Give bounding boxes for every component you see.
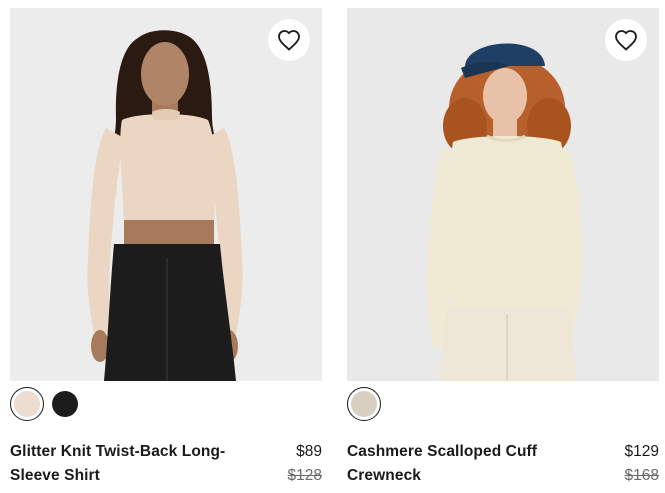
product-image[interactable]: [347, 8, 659, 381]
heart-outline-icon: [615, 30, 637, 51]
wishlist-button[interactable]: [605, 19, 647, 61]
swatch-blush[interactable]: [10, 387, 44, 421]
swatch-black[interactable]: [50, 389, 80, 419]
color-swatches: [10, 386, 80, 422]
product-grid: Glitter Knit Twist-Back Long-Sleeve Shir…: [0, 0, 665, 493]
product-title[interactable]: Glitter Knit Twist-Back Long-Sleeve Shir…: [10, 440, 246, 488]
heart-outline-icon: [278, 30, 300, 51]
product-title[interactable]: Cashmere Scalloped Cuff Crewneck: [347, 440, 583, 488]
product-card: Glitter Knit Twist-Back Long-Sleeve Shir…: [10, 0, 322, 493]
original-price: $128: [287, 467, 322, 484]
model-photo-1: [10, 8, 322, 381]
price-block: $129 $168: [625, 440, 659, 488]
sale-price: $89: [296, 443, 322, 460]
product-card: Cashmere Scalloped Cuff Crewneck $129 $1…: [347, 0, 659, 493]
sale-price: $129: [624, 443, 659, 460]
color-swatches: [347, 386, 381, 422]
swatch-oatmeal[interactable]: [347, 387, 381, 421]
swatch-color-dot: [351, 391, 377, 417]
original-price: $168: [624, 467, 659, 484]
swatch-color-dot: [14, 391, 40, 417]
product-image[interactable]: [10, 8, 322, 381]
price-block: $89 $128: [288, 440, 322, 488]
model-photo-2: [347, 8, 659, 381]
swatch-color-dot: [52, 391, 78, 417]
wishlist-button[interactable]: [268, 19, 310, 61]
